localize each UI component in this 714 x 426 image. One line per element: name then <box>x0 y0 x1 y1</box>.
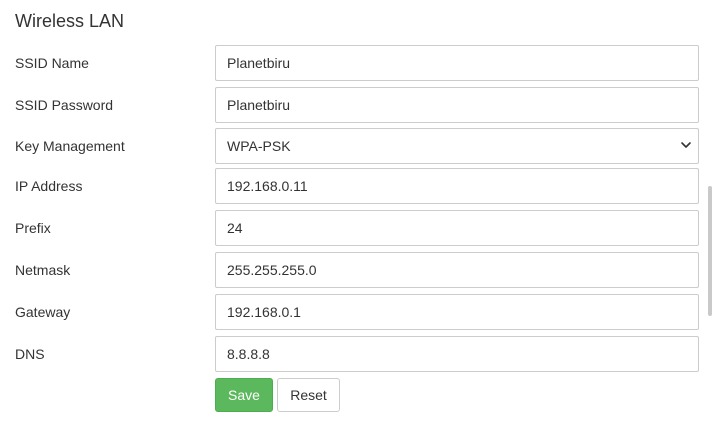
netmask-label: Netmask <box>15 262 71 278</box>
prefix-row: Prefix 24 <box>0 210 714 246</box>
reset-button[interactable]: Reset <box>277 378 340 412</box>
dns-input[interactable]: 8.8.8.8 <box>215 336 699 372</box>
dns-row: DNS 8.8.8.8 <box>0 336 714 372</box>
wireless-lan-settings-page: Wireless LAN SSID Name Planetbiru SSID P… <box>0 0 714 426</box>
ip-address-input[interactable]: 192.168.0.11 <box>215 168 699 204</box>
key-management-row: Key Management WPA-PSK <box>0 128 714 164</box>
chevron-down-icon <box>679 129 693 163</box>
ssid-password-label: SSID Password <box>15 97 114 113</box>
ssid-name-row: SSID Name Planetbiru <box>0 45 714 81</box>
key-management-select[interactable]: WPA-PSK <box>215 128 699 164</box>
key-management-label: Key Management <box>15 138 125 154</box>
ssid-name-label: SSID Name <box>15 55 89 71</box>
prefix-label: Prefix <box>15 220 51 236</box>
ssid-name-input[interactable]: Planetbiru <box>215 45 699 81</box>
ip-address-label: IP Address <box>15 178 83 194</box>
gateway-input[interactable]: 192.168.0.1 <box>215 294 699 330</box>
dns-label: DNS <box>15 346 45 362</box>
save-button[interactable]: Save <box>215 378 273 412</box>
ssid-password-input[interactable]: Planetbiru <box>215 87 699 123</box>
scrollbar-thumb[interactable] <box>708 186 712 316</box>
ssid-password-row: SSID Password Planetbiru <box>0 87 714 123</box>
netmask-input[interactable]: 255.255.255.0 <box>215 252 699 288</box>
gateway-row: Gateway 192.168.0.1 <box>0 294 714 330</box>
netmask-row: Netmask 255.255.255.0 <box>0 252 714 288</box>
key-management-selected-value: WPA-PSK <box>227 138 291 154</box>
section-title: Wireless LAN <box>15 11 125 31</box>
ip-address-row: IP Address 192.168.0.11 <box>0 168 714 204</box>
gateway-label: Gateway <box>15 304 71 320</box>
prefix-input[interactable]: 24 <box>215 210 699 246</box>
